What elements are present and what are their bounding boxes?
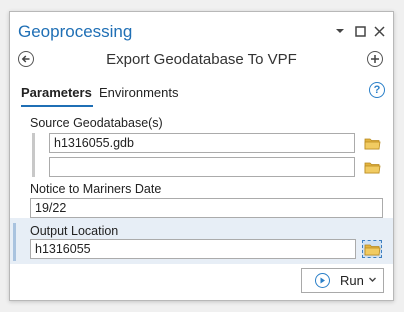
- source-geodatabase-input-1[interactable]: h1316055.gdb: [49, 133, 355, 153]
- menu-down-icon: [336, 29, 344, 33]
- run-label: Run: [340, 273, 364, 288]
- tab-environments[interactable]: Environments: [99, 85, 178, 100]
- output-location-input[interactable]: h1316055: [30, 239, 356, 259]
- tab-active-indicator: [21, 105, 93, 107]
- close-button[interactable]: [372, 23, 386, 39]
- add-button[interactable]: [367, 51, 383, 67]
- run-icon: [315, 273, 330, 288]
- run-button[interactable]: Run: [301, 268, 384, 293]
- folder-icon: [364, 162, 380, 173]
- folder-icon: [364, 138, 380, 149]
- source-geodatabase-input-2[interactable]: [49, 157, 355, 177]
- close-icon: [373, 25, 385, 37]
- source-geodatabase-label: Source Geodatabase(s): [30, 116, 163, 130]
- geoprocessing-pane: Geoprocessing Export Geodatabase To VPF …: [9, 11, 394, 301]
- active-param-indicator: [13, 223, 16, 261]
- browse-output-button[interactable]: [362, 240, 382, 258]
- required-indicator: [32, 133, 35, 177]
- browse-source-2-button[interactable]: [363, 160, 381, 174]
- back-button[interactable]: [18, 51, 34, 67]
- pane-options-button[interactable]: [334, 23, 346, 39]
- notice-date-input[interactable]: 19/22: [30, 198, 383, 218]
- maximize-button[interactable]: [354, 23, 366, 39]
- tool-title: Export Geodatabase To VPF: [106, 51, 297, 68]
- maximize-icon: [354, 25, 366, 37]
- folder-icon: [364, 244, 380, 255]
- back-arrow-icon: [21, 55, 30, 63]
- browse-source-1-button[interactable]: [363, 136, 381, 150]
- tab-parameters[interactable]: Parameters: [21, 85, 92, 100]
- output-location-label: Output Location: [30, 224, 119, 238]
- help-icon[interactable]: ?: [369, 82, 385, 98]
- add-icon: [371, 55, 379, 63]
- pane-title: Geoprocessing: [18, 22, 133, 41]
- chevron-down-icon[interactable]: [368, 275, 377, 284]
- notice-date-label: Notice to Mariners Date: [30, 182, 162, 196]
